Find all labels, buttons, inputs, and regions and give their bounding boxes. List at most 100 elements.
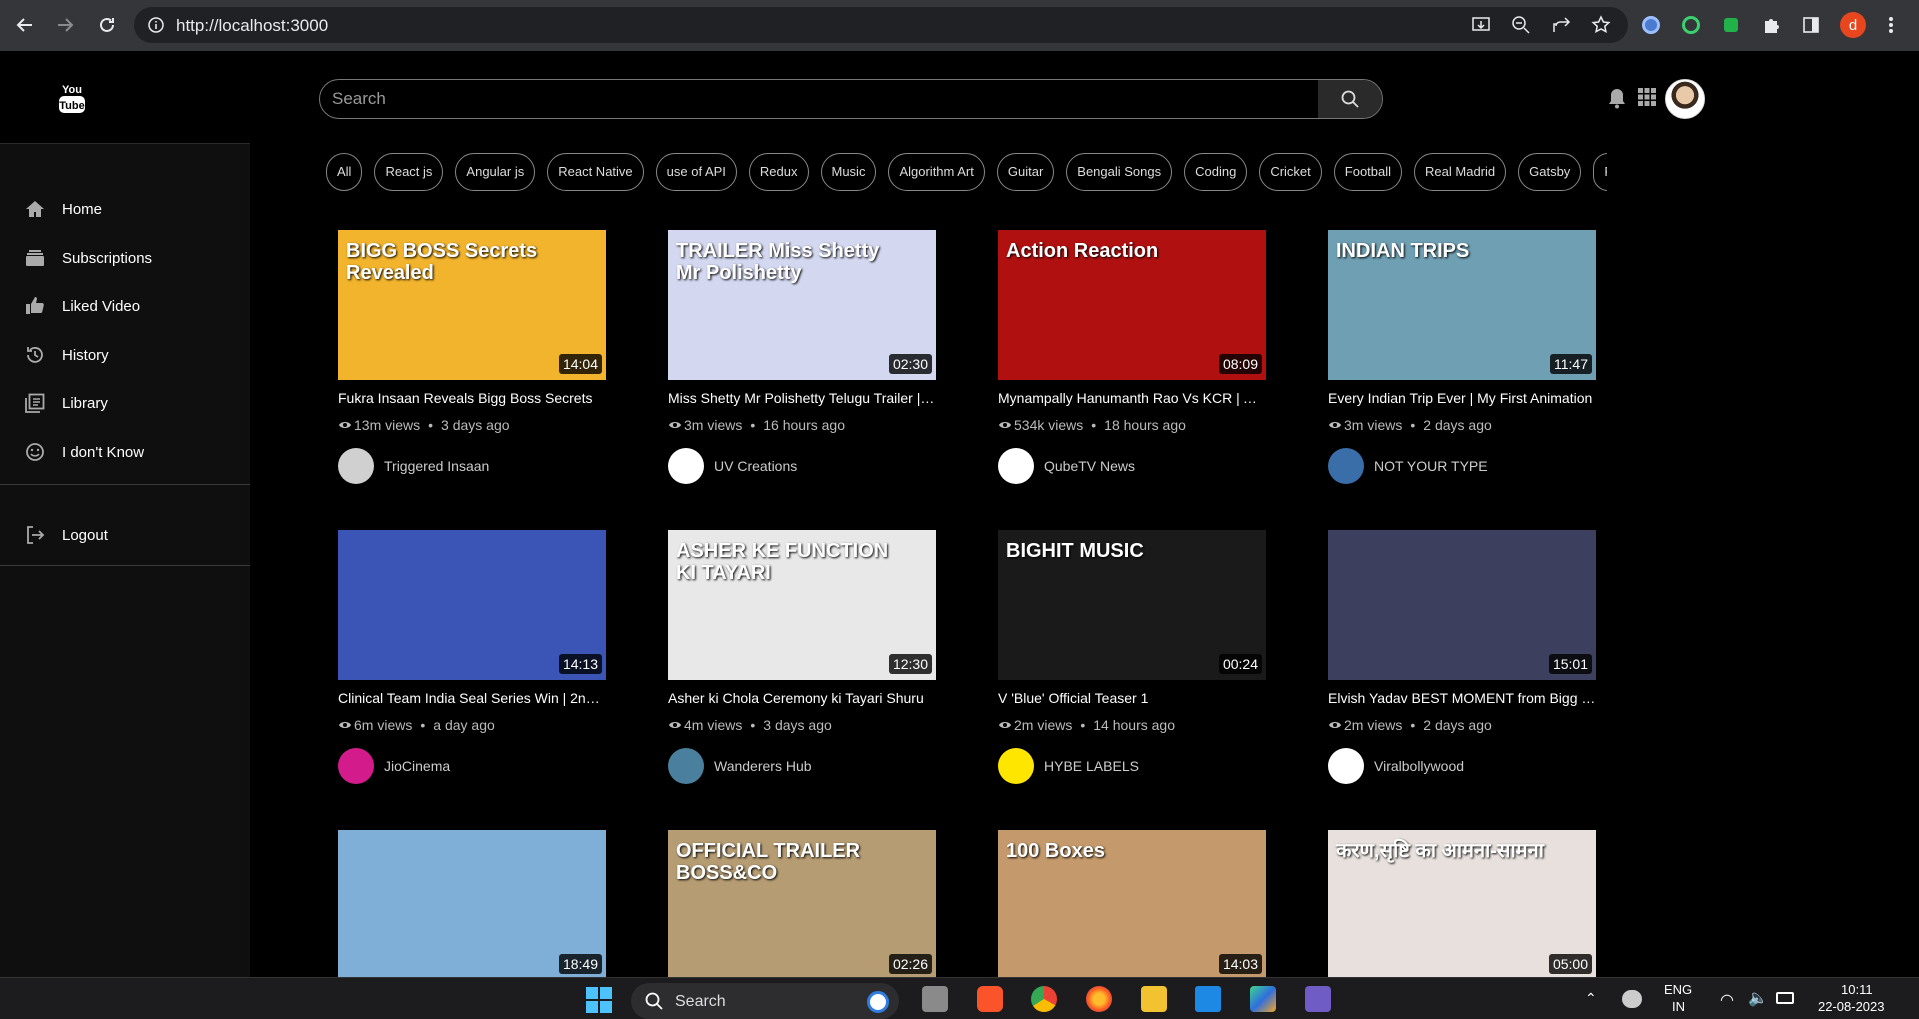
video-title[interactable]: Asher ki Chola Ceremony ki Tayari Shuru xyxy=(668,690,936,706)
channel-avatar[interactable] xyxy=(998,448,1034,484)
apps-button[interactable] xyxy=(1637,87,1657,112)
extensions-puzzle-icon[interactable] xyxy=(1760,14,1782,36)
browser-profile-avatar[interactable]: d xyxy=(1840,12,1866,38)
sidebar-item-liked-video[interactable]: Liked Video xyxy=(0,286,250,326)
volume-icon[interactable]: 🔈 xyxy=(1748,988,1768,1008)
firefox-icon[interactable] xyxy=(1086,986,1112,1012)
category-chip[interactable]: Football xyxy=(1333,153,1403,191)
address-bar[interactable]: http://localhost:3000 xyxy=(134,7,1628,43)
video-thumbnail[interactable]: Action Reaction 08:09 xyxy=(998,230,1266,380)
video-title[interactable]: Fukra Insaan Reveals Bigg Boss Secrets xyxy=(338,390,606,406)
install-app-icon[interactable] xyxy=(1470,14,1492,36)
category-chip[interactable]: Guitar xyxy=(996,153,1055,191)
channel-avatar[interactable] xyxy=(668,748,704,784)
clock-time[interactable]: 10:11 xyxy=(1841,982,1873,997)
file-explorer-icon[interactable] xyxy=(1141,986,1167,1012)
category-chip[interactable]: F xyxy=(1593,153,1607,191)
notifications-button[interactable] xyxy=(1607,87,1627,114)
video-card[interactable]: BIGG BOSS Secrets Revealed 14:04 Fukra Ins… xyxy=(338,230,606,490)
channel-avatar[interactable] xyxy=(1328,448,1364,484)
category-chip[interactable]: Gatsby xyxy=(1518,153,1582,191)
video-thumbnail[interactable]: INDIAN TRIPS 11:47 xyxy=(1328,230,1596,380)
category-chip[interactable]: All xyxy=(326,153,363,191)
reload-button[interactable] xyxy=(92,10,122,40)
video-thumbnail[interactable]: 18:49 xyxy=(338,830,606,980)
video-title[interactable]: Miss Shetty Mr Polishetty Telugu Trailer… xyxy=(668,390,936,406)
extension-edge-icon[interactable] xyxy=(1640,14,1662,36)
search-input[interactable] xyxy=(320,80,1320,118)
extension-lock-icon[interactable] xyxy=(1720,14,1742,36)
category-chip[interactable]: Music xyxy=(820,153,877,191)
channel-info[interactable]: JioCinema xyxy=(338,747,450,785)
language-label[interactable]: ENG xyxy=(1664,982,1692,997)
task-view-icon[interactable] xyxy=(922,986,948,1012)
video-card[interactable]: करण,सृष्टि का आमना-सामना 05:00 xyxy=(1328,830,1596,980)
user-avatar[interactable] xyxy=(1665,79,1705,119)
video-title[interactable]: Clinical Team India Seal Series Win | 2n… xyxy=(338,690,606,706)
zoom-icon[interactable] xyxy=(1510,14,1532,36)
video-thumbnail[interactable]: BIGG BOSS Secrets Revealed 14:04 xyxy=(338,230,606,380)
bookmark-star-icon[interactable] xyxy=(1590,14,1612,36)
video-thumbnail[interactable]: करण,सृष्टि का आमना-सामना 05:00 xyxy=(1328,830,1596,980)
video-thumbnail[interactable]: 15:01 xyxy=(1328,530,1596,680)
video-card[interactable]: Action Reaction 08:09 Mynampally Hanumanth… xyxy=(998,230,1266,490)
video-card[interactable]: 18:49 xyxy=(338,830,606,980)
category-chip[interactable]: React js xyxy=(374,153,444,191)
channel-name[interactable]: Viralbollywood xyxy=(1374,758,1464,774)
taskbar-search[interactable]: Search xyxy=(631,983,899,1019)
channel-name[interactable]: Wanderers Hub xyxy=(714,758,812,774)
video-thumbnail[interactable]: TRAILER Miss Shetty Mr Polishetty 02:30 xyxy=(668,230,936,380)
channel-avatar[interactable] xyxy=(338,448,374,484)
channel-info[interactable]: HYBE LABELS xyxy=(998,747,1139,785)
channel-name[interactable]: Triggered Insaan xyxy=(384,458,489,474)
channel-info[interactable]: UV Creations xyxy=(668,447,797,485)
channel-name[interactable]: QubeTV News xyxy=(1044,458,1135,474)
chrome-icon[interactable] xyxy=(1031,986,1057,1012)
channel-avatar[interactable] xyxy=(998,748,1034,784)
channel-name[interactable]: UV Creations xyxy=(714,458,797,474)
channel-info[interactable]: NOT YOUR TYPE xyxy=(1328,447,1488,485)
sidebar-item-home[interactable]: Home xyxy=(0,189,250,229)
sidebar-item-logout[interactable]: Logout xyxy=(0,515,250,555)
video-title[interactable]: Elvish Yadav BEST MOMENT from Bigg Boss … xyxy=(1328,690,1596,706)
extension-green-ring-icon[interactable] xyxy=(1680,14,1702,36)
category-chip[interactable]: Cricket xyxy=(1259,153,1322,191)
category-chip[interactable]: Angular js xyxy=(455,153,536,191)
category-chip[interactable]: Redux xyxy=(748,153,809,191)
video-thumbnail[interactable]: BIGHIT MUSIC 00:24 xyxy=(998,530,1266,680)
channel-avatar[interactable] xyxy=(338,748,374,784)
category-chip[interactable]: use of API xyxy=(655,153,737,191)
video-card[interactable]: OFFICIAL TRAILER BOSS&CO 02:26 xyxy=(668,830,936,980)
video-title[interactable]: V 'Blue' Official Teaser 1 xyxy=(998,690,1266,706)
video-card[interactable]: TRAILER Miss Shetty Mr Polishetty 02:30 Mi… xyxy=(668,230,936,490)
git-app-icon[interactable] xyxy=(1250,986,1276,1012)
kebab-menu-icon[interactable] xyxy=(1880,14,1902,36)
channel-avatar[interactable] xyxy=(668,448,704,484)
video-title[interactable]: Mynampally Hanumanth Rao Vs KCR | Action… xyxy=(998,390,1266,406)
sidebar-item-subscriptions[interactable]: Subscriptions xyxy=(0,238,250,278)
channel-name[interactable]: HYBE LABELS xyxy=(1044,758,1139,774)
category-chip[interactable]: Algorithm Art xyxy=(888,153,985,191)
category-chip[interactable]: Coding xyxy=(1184,153,1248,191)
video-thumbnail[interactable]: OFFICIAL TRAILER BOSS&CO 02:26 xyxy=(668,830,936,980)
sidebar-item-library[interactable]: Library xyxy=(0,383,250,423)
snipping-tool-icon[interactable] xyxy=(1305,986,1331,1012)
tray-chevron-up-icon[interactable]: ⌃ xyxy=(1585,990,1597,1007)
forward-button[interactable] xyxy=(50,10,80,40)
share-icon[interactable] xyxy=(1550,14,1572,36)
channel-info[interactable]: Viralbollywood xyxy=(1328,747,1464,785)
channel-name[interactable]: JioCinema xyxy=(384,758,450,774)
sidebar-item-i-dont-know[interactable]: I don't Know xyxy=(0,432,250,472)
video-title[interactable]: Every Indian Trip Ever | My First Animat… xyxy=(1328,390,1596,406)
vscode-icon[interactable] xyxy=(1195,986,1221,1012)
onedrive-icon[interactable] xyxy=(1622,990,1642,1008)
video-card[interactable]: INDIAN TRIPS 11:47 Every Indian Trip Ever … xyxy=(1328,230,1596,490)
search-button[interactable] xyxy=(1318,80,1382,118)
youtube-logo[interactable]: You Tube xyxy=(58,81,86,115)
channel-avatar[interactable] xyxy=(1328,748,1364,784)
video-card[interactable]: 100 Boxes 14:03 xyxy=(998,830,1266,980)
video-card[interactable]: BIGHIT MUSIC 00:24 V 'Blue' Official Tease… xyxy=(998,530,1266,790)
video-card[interactable]: 15:01 Elvish Yadav BEST MOMENT from Bigg … xyxy=(1328,530,1596,790)
video-card[interactable]: 14:13 Clinical Team India Seal Series Win… xyxy=(338,530,606,790)
battery-icon[interactable] xyxy=(1776,992,1794,1004)
